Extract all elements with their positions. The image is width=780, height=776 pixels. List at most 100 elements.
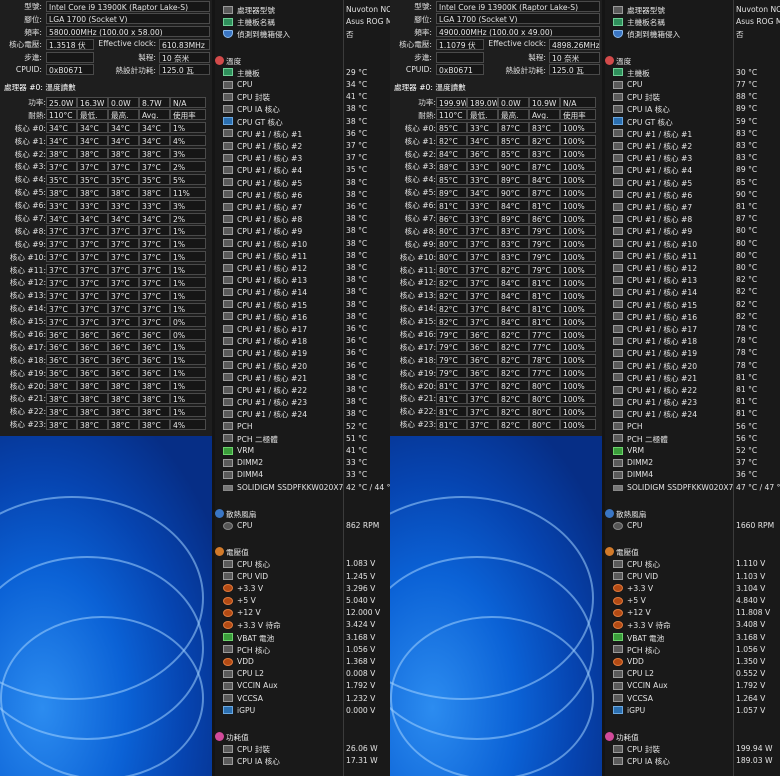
sensor-row[interactable]: CPU #1 / 核心 #16 38 °C (212, 311, 390, 323)
sensor-row[interactable]: CPU #1 / 核心 #24 81 °C (602, 408, 780, 420)
sensor-row[interactable]: 處理器型號 Nuvoton NC (212, 4, 390, 16)
sensor-row[interactable]: CPU 77 °C (602, 79, 780, 91)
sensor-group[interactable]: 電壓值 (212, 546, 390, 558)
sensor-row[interactable]: VDD 1.350 V (602, 656, 780, 668)
sensor-row[interactable]: CPU #1 / 核心 #6 38 °C (212, 189, 390, 201)
sensor-row[interactable]: VDD 1.368 V (212, 656, 390, 668)
sensor-row[interactable]: CPU VID 1.103 V (602, 571, 780, 583)
sensor-row[interactable]: CPU GT 核心 59 °C (602, 116, 780, 128)
sensor-row[interactable]: CPU #1 / 核心 #1 83 °C (602, 128, 780, 140)
sensor-row[interactable]: CPU 封裝 41 °C (212, 91, 390, 103)
sensor-row[interactable]: CPU #1 / 核心 #7 36 °C (212, 201, 390, 213)
sensor-row[interactable]: +12 V 11.808 V (602, 607, 780, 619)
sensor-row[interactable]: CPU #1 / 核心 #5 85 °C (602, 177, 780, 189)
sensor-row[interactable]: PCH 二極體 51 °C (212, 433, 390, 445)
sensor-row[interactable]: 偵測到機箱侵入 否 (212, 28, 390, 40)
sensor-row[interactable]: CPU #1 / 核心 #4 89 °C (602, 164, 780, 176)
sensor-row[interactable]: 主機板 29 °C (212, 67, 390, 79)
sensor-row[interactable]: CPU 862 RPM (212, 520, 390, 532)
sensor-row[interactable]: CPU #1 / 核心 #1 36 °C (212, 128, 390, 140)
sensor-row[interactable]: DIMM2 33 °C (212, 457, 390, 469)
sensor-row[interactable]: PCH 核心 1.056 V (602, 644, 780, 656)
sensor-row[interactable]: VCCIN Aux 1.792 V (602, 680, 780, 692)
sensor-row[interactable]: +3.3 V 待命 3.424 V (212, 619, 390, 631)
sensor-group[interactable]: 溫度 (602, 55, 780, 67)
sensor-row[interactable]: 主機板名稱 Asus ROG Ma (212, 16, 390, 28)
sensor-row[interactable]: CPU #1 / 核心 #18 36 °C (212, 335, 390, 347)
sensor-row[interactable]: CPU #1 / 核心 #19 36 °C (212, 347, 390, 359)
sensor-row[interactable]: 處理器型號 Nuvoton NC (602, 4, 780, 16)
sensor-row[interactable]: CPU L2 0.552 V (602, 668, 780, 680)
sensor-row[interactable]: CPU #1 / 核心 #8 87 °C (602, 213, 780, 225)
sensor-row[interactable]: CPU #1 / 核心 #11 38 °C (212, 250, 390, 262)
sensor-row[interactable]: PCH 二極體 56 °C (602, 433, 780, 445)
sensor-row[interactable]: CPU #1 / 核心 #15 38 °C (212, 299, 390, 311)
sensor-row[interactable]: CPU #1 / 核心 #3 83 °C (602, 152, 780, 164)
sensor-row[interactable]: CPU #1 / 核心 #21 38 °C (212, 372, 390, 384)
sensor-row[interactable]: CPU #1 / 核心 #10 80 °C (602, 238, 780, 250)
sensor-row[interactable]: DIMM4 33 °C (212, 469, 390, 481)
sensor-row[interactable]: CPU #1 / 核心 #2 37 °C (212, 140, 390, 152)
sensor-row[interactable]: iGPU 1.057 V (602, 705, 780, 717)
sensor-row[interactable]: PCH 核心 1.056 V (212, 644, 390, 656)
sensor-row[interactable]: CPU 34 °C (212, 79, 390, 91)
sensor-row[interactable]: CPU IA 核心 89 °C (602, 103, 780, 115)
sensor-row[interactable]: CPU 封裝 88 °C (602, 91, 780, 103)
sensor-row[interactable]: CPU #1 / 核心 #14 82 °C (602, 286, 780, 298)
sensor-row[interactable]: 主機板名稱 Asus ROG Ma (602, 16, 780, 28)
sensor-row[interactable]: VCCIN Aux 1.792 V (212, 680, 390, 692)
sensor-group[interactable]: 電壓值 (602, 546, 780, 558)
sensor-row[interactable]: CPU #1 / 核心 #13 82 °C (602, 274, 780, 286)
sensor-row[interactable]: CPU #1 / 核心 #11 80 °C (602, 250, 780, 262)
sensor-row[interactable]: +3.3 V 3.296 V (212, 583, 390, 595)
sensor-row[interactable]: VBAT 電池 3.168 V (212, 632, 390, 644)
sensor-group[interactable]: 溫度 (212, 55, 390, 67)
sensor-row[interactable]: CPU 封裝 26.06 W (212, 743, 390, 755)
sensor-group[interactable]: 散熱風扇 (212, 508, 390, 520)
sensor-row[interactable]: CPU #1 / 核心 #22 38 °C (212, 384, 390, 396)
sensor-row[interactable]: CPU IA 核心 189.03 W (602, 755, 780, 767)
sensor-row[interactable]: VCCSA 1.264 V (602, 693, 780, 705)
sensor-row[interactable]: CPU #1 / 核心 #23 38 °C (212, 396, 390, 408)
sensor-row[interactable]: CPU #1 / 核心 #12 38 °C (212, 262, 390, 274)
sensor-row[interactable]: iGPU 0.000 V (212, 705, 390, 717)
sensor-row[interactable]: CPU #1 / 核心 #5 38 °C (212, 177, 390, 189)
sensor-row[interactable]: CPU #1 / 核心 #17 78 °C (602, 323, 780, 335)
sensor-row[interactable]: CPU #1 / 核心 #9 80 °C (602, 225, 780, 237)
sensor-row[interactable]: +5 V 4.840 V (602, 595, 780, 607)
sensor-row[interactable]: 偵測到機箱侵入 否 (602, 28, 780, 40)
sensor-group[interactable]: 功耗值 (602, 731, 780, 743)
sensor-row[interactable]: CPU #1 / 核心 #18 78 °C (602, 335, 780, 347)
sensor-row[interactable]: CPU #1 / 核心 #12 80 °C (602, 262, 780, 274)
sensor-row[interactable]: CPU 封裝 199.94 W (602, 743, 780, 755)
sensor-row[interactable]: CPU #1 / 核心 #24 38 °C (212, 408, 390, 420)
sensor-row[interactable]: CPU #1 / 核心 #19 78 °C (602, 347, 780, 359)
sensor-row[interactable]: CPU #1 / 核心 #10 38 °C (212, 238, 390, 250)
sensor-row[interactable]: CPU #1 / 核心 #21 81 °C (602, 372, 780, 384)
sensor-row[interactable]: +5 V 5.040 V (212, 595, 390, 607)
sensor-row[interactable]: CPU IA 核心 38 °C (212, 103, 390, 115)
sensor-row[interactable]: CPU #1 / 核心 #20 78 °C (602, 360, 780, 372)
sensor-row[interactable]: CPU VID 1.245 V (212, 571, 390, 583)
sensor-row[interactable]: VRM 41 °C (212, 445, 390, 457)
sensor-row[interactable]: CPU #1 / 核心 #14 38 °C (212, 286, 390, 298)
sensor-row[interactable]: SOLIDIGM SSDPFKKW020X742 °C / 44 °C (212, 482, 390, 494)
sensor-row[interactable]: +3.3 V 待命 3.408 V (602, 619, 780, 631)
sensor-row[interactable]: 主機板 30 °C (602, 67, 780, 79)
sensor-row[interactable]: CPU 1660 RPM (602, 520, 780, 532)
sensor-row[interactable]: CPU IA 核心 17.31 W (212, 755, 390, 767)
sensor-row[interactable]: CPU #1 / 核心 #8 38 °C (212, 213, 390, 225)
sensor-row[interactable]: VRM 52 °C (602, 445, 780, 457)
sensor-row[interactable]: CPU #1 / 核心 #23 81 °C (602, 396, 780, 408)
sensor-row[interactable]: CPU L2 0.008 V (212, 668, 390, 680)
sensor-group[interactable]: 功耗值 (212, 731, 390, 743)
sensor-row[interactable]: CPU #1 / 核心 #20 36 °C (212, 360, 390, 372)
sensor-row[interactable]: PCH 56 °C (602, 421, 780, 433)
sensor-row[interactable]: CPU #1 / 核心 #22 81 °C (602, 384, 780, 396)
sensor-row[interactable]: CPU #1 / 核心 #15 82 °C (602, 299, 780, 311)
sensor-row[interactable]: CPU #1 / 核心 #13 38 °C (212, 274, 390, 286)
sensor-row[interactable]: CPU 核心 1.083 V (212, 558, 390, 570)
sensor-row[interactable]: +3.3 V 3.104 V (602, 583, 780, 595)
sensor-row[interactable]: CPU #1 / 核心 #4 35 °C (212, 164, 390, 176)
sensor-row[interactable]: CPU #1 / 核心 #6 90 °C (602, 189, 780, 201)
